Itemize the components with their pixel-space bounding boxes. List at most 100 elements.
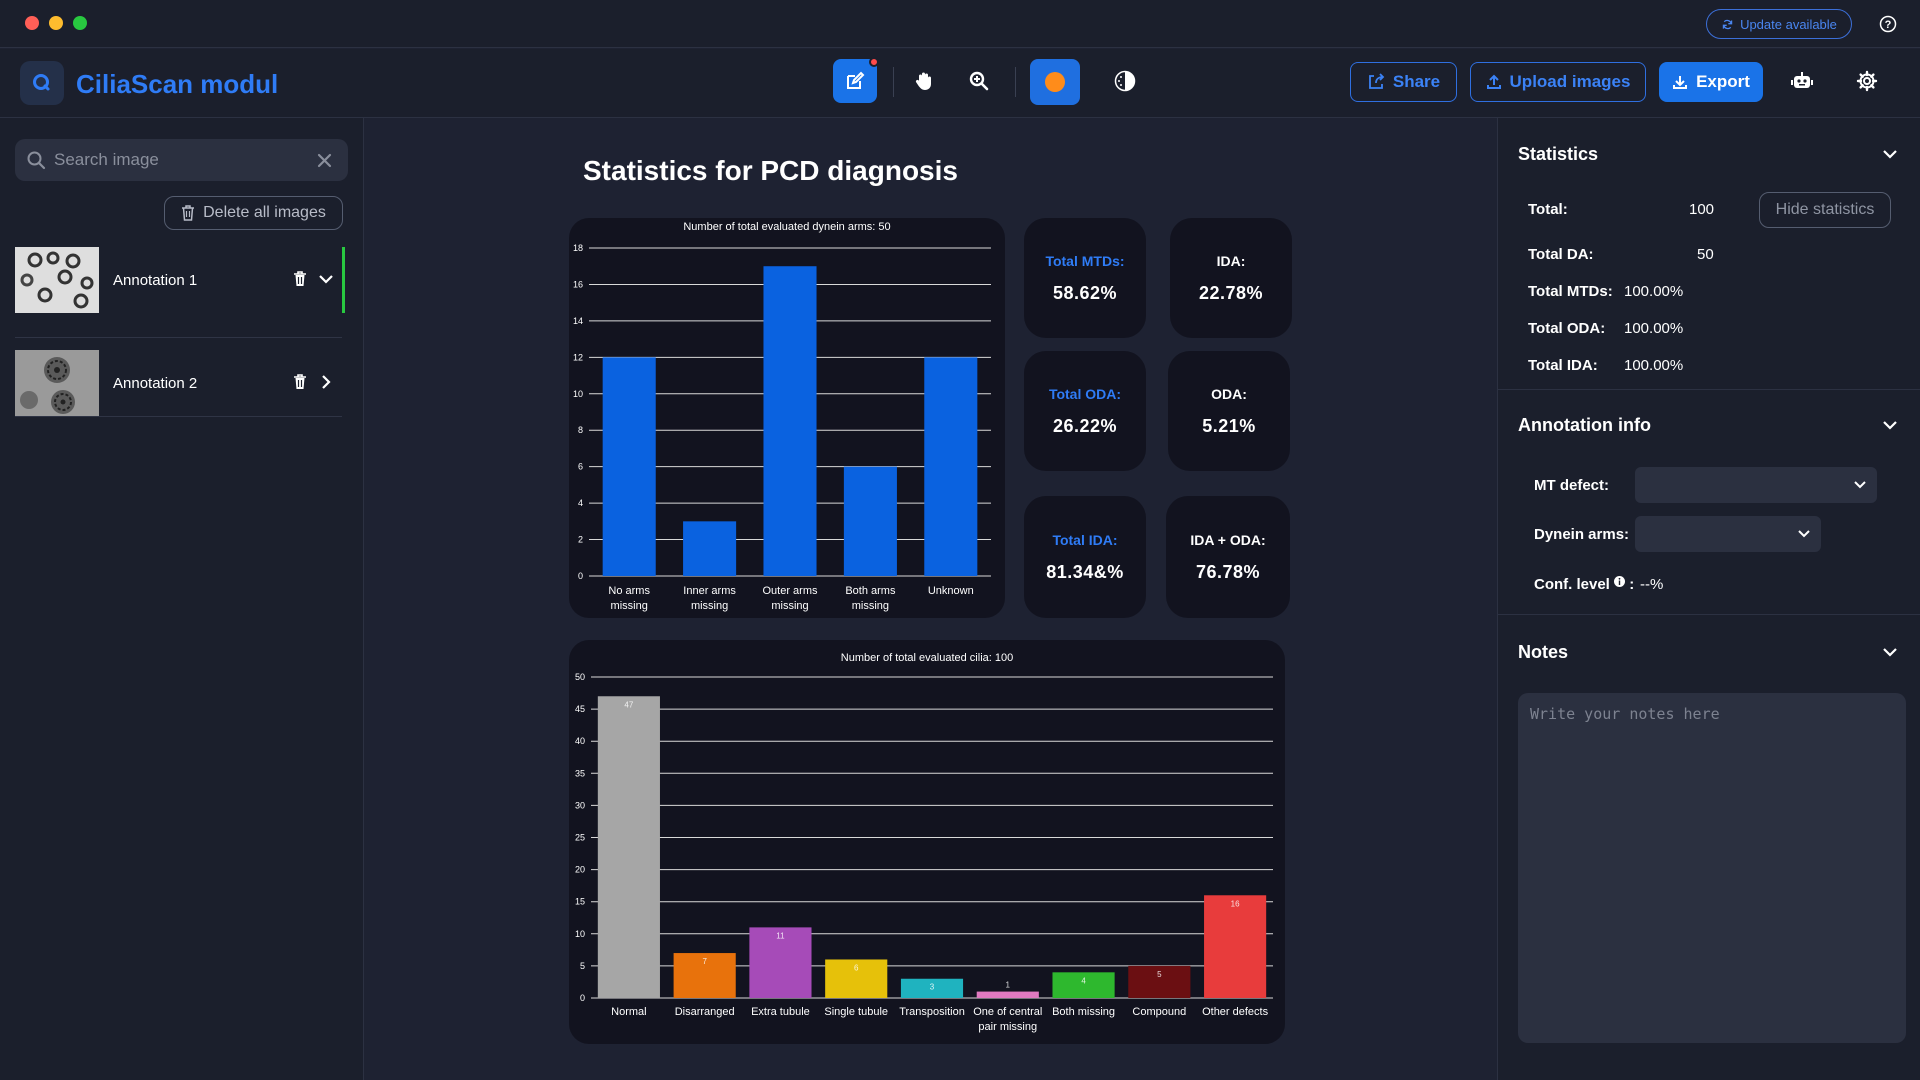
bar-data-label: 47	[624, 700, 633, 709]
microscopy-thumbnail-icon	[15, 350, 99, 416]
dynein-arms-select[interactable]	[1635, 516, 1821, 552]
annotation-item-2[interactable]: Annotation 2	[15, 350, 346, 416]
annotation-item-1[interactable]: Annotation 1	[15, 247, 346, 313]
bar-data-label: 5	[1157, 970, 1162, 979]
y-tick-label: 0	[580, 993, 585, 1003]
page-title: Statistics for PCD diagnosis	[583, 155, 958, 186]
stat-total-label: Total:	[1528, 201, 1568, 218]
update-available-label: Update available	[1740, 16, 1837, 32]
chevron-down-icon[interactable]	[318, 271, 334, 287]
confidence-level-text: Conf. level	[1534, 576, 1610, 593]
color-circle-icon	[1045, 72, 1065, 92]
stat-card-value: 22.78%	[1198, 282, 1264, 303]
y-tick-label: 18	[573, 243, 583, 253]
export-label: Export	[1696, 72, 1750, 91]
y-tick-label: 0	[578, 571, 583, 581]
chevron-down-icon[interactable]	[1882, 644, 1898, 660]
maximize-window-button[interactable]	[73, 16, 87, 30]
mt-defect-select[interactable]	[1635, 467, 1877, 503]
update-available-button[interactable]: Update available	[1706, 9, 1852, 39]
edit-tool-button[interactable]	[833, 57, 879, 103]
search-icon	[27, 151, 46, 170]
dynein-arms-bar-chart: Number of total evaluated dynein arms: 5…	[573, 221, 991, 612]
bar	[1204, 895, 1267, 998]
hand-icon	[915, 72, 931, 90]
x-tick-label: Both missing	[1052, 1006, 1115, 1018]
notes-textarea[interactable]	[1518, 693, 1906, 1043]
stat-total-value: 100	[1689, 201, 1715, 218]
chevron-down-icon[interactable]	[1882, 146, 1898, 162]
chevron-right-icon[interactable]	[318, 374, 334, 390]
list-divider	[15, 416, 342, 417]
y-tick-label: 2	[578, 535, 583, 545]
annotation-info-section-title: Annotation info	[1518, 415, 1651, 435]
bar-data-label: 1	[1006, 981, 1011, 990]
bar	[843, 466, 897, 576]
hide-statistics-button[interactable]: Hide statistics	[1759, 192, 1891, 228]
annotation-thumbnail	[15, 350, 99, 416]
bar	[976, 991, 1039, 998]
pan-tool-button[interactable]	[902, 59, 946, 103]
share-button[interactable]: Share	[1350, 62, 1457, 102]
x-tick-label: missing	[611, 600, 648, 612]
assistant-button[interactable]	[1780, 59, 1824, 103]
settings-button[interactable]	[1845, 59, 1889, 103]
clear-search-icon[interactable]	[317, 153, 332, 168]
y-tick-label: 40	[575, 736, 585, 746]
trash-icon[interactable]	[293, 271, 307, 287]
search-box	[15, 139, 348, 181]
info-icon[interactable]	[1614, 576, 1626, 587]
bar	[683, 521, 737, 576]
x-tick-label: missing	[691, 600, 728, 612]
y-tick-label: 35	[575, 768, 585, 778]
search-input[interactable]	[54, 150, 304, 170]
y-tick-label: 20	[575, 865, 585, 875]
title-bar: Update available ?	[0, 0, 1920, 48]
bar-data-label: 3	[930, 983, 935, 992]
export-button[interactable]: Export	[1659, 62, 1763, 102]
close-window-button[interactable]	[25, 16, 39, 30]
trash-icon	[182, 205, 195, 221]
confidence-level-value: --%	[1640, 576, 1664, 593]
upload-images-button[interactable]: Upload images	[1470, 62, 1646, 102]
bar-data-label: 16	[1231, 899, 1240, 908]
dynein-arms-chart-panel: Number of total evaluated dynein arms: 5…	[569, 218, 1005, 618]
search-icon	[33, 74, 50, 91]
stat-card-ida: IDA: 22.78%	[1170, 218, 1292, 338]
annotation-label: Annotation 2	[113, 374, 198, 392]
contrast-tool-button[interactable]	[1103, 59, 1147, 103]
trash-icon[interactable]	[293, 374, 307, 390]
delete-all-images-button[interactable]: Delete all images	[164, 196, 343, 230]
dynein-arms-label: Dynein arms:	[1534, 526, 1630, 543]
color-picker-button[interactable]	[1030, 59, 1080, 105]
upload-images-label: Upload images	[1509, 72, 1631, 91]
annotation-thumbnail	[15, 247, 99, 313]
x-tick-label: missing	[852, 600, 889, 612]
question-circle-icon[interactable]: ?	[1879, 15, 1897, 33]
gear-icon	[1856, 70, 1878, 92]
x-tick-label: Single tubule	[824, 1006, 888, 1018]
chevron-down-icon	[1854, 481, 1866, 489]
chevron-down-icon	[1798, 530, 1810, 538]
stat-card-value: 5.21%	[1202, 415, 1256, 436]
zoom-tool-button[interactable]	[957, 59, 1001, 103]
minimize-window-button[interactable]	[49, 16, 63, 30]
chevron-down-icon[interactable]	[1882, 417, 1898, 433]
stat-card-value: 81.34&%	[1046, 561, 1124, 582]
y-tick-label: 15	[575, 897, 585, 907]
active-annotation-indicator	[342, 247, 345, 313]
stat-card-value: 58.62%	[1052, 282, 1118, 303]
notification-dot	[869, 57, 879, 67]
annotation-label: Annotation 1	[113, 271, 198, 289]
delete-all-images-label: Delete all images	[203, 204, 326, 221]
stat-total-oda-value: 100.00%	[1624, 320, 1684, 337]
stat-card-value: 76.78%	[1195, 561, 1261, 582]
share-icon	[1368, 73, 1385, 89]
notes-section-title: Notes	[1518, 642, 1569, 662]
edit-icon	[847, 71, 865, 89]
y-tick-label: 30	[575, 800, 585, 810]
x-tick-label: One of central	[973, 1006, 1042, 1018]
cilia-defects-bar-chart: Number of total evaluated cilia: 100 0 5 10…	[575, 652, 1273, 1033]
y-tick-label: 8	[578, 425, 583, 435]
contrast-icon	[1114, 70, 1136, 92]
